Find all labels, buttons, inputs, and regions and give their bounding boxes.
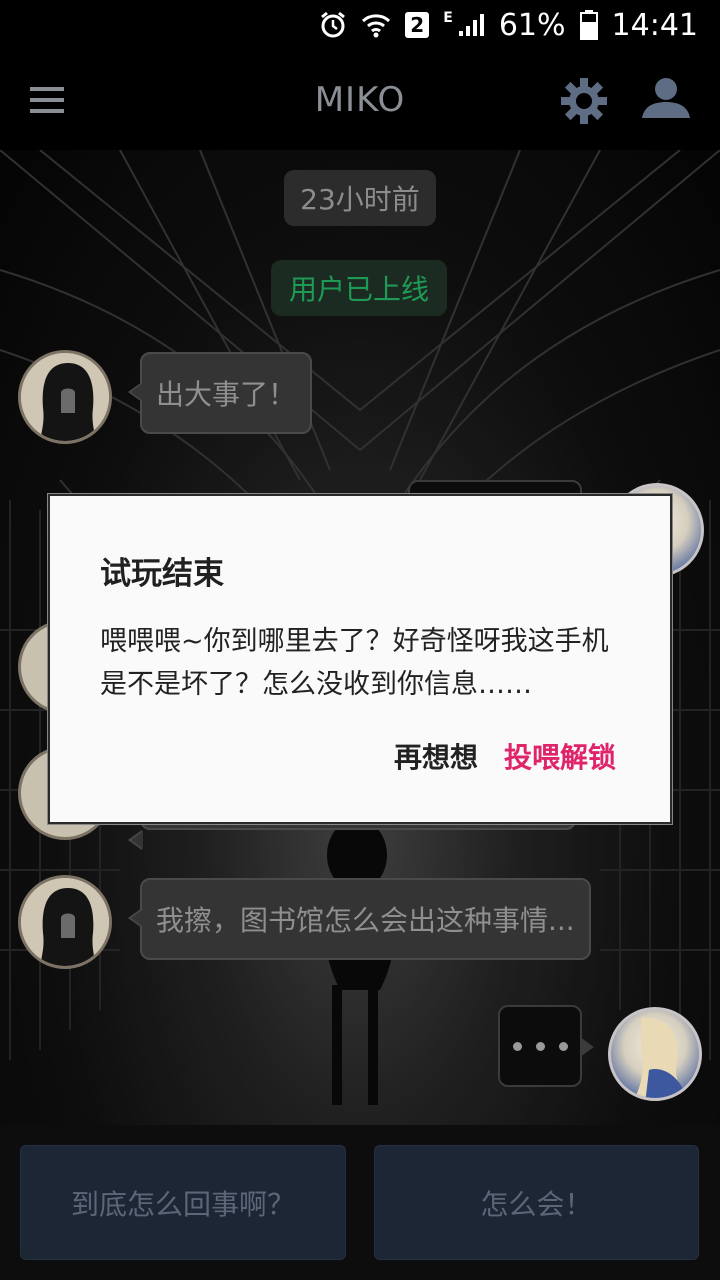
clock: 14:41 [611,7,698,43]
message-text: 出大事了！ [156,378,297,411]
reply-options-bar: 到底怎么回事啊？ 怎么会！ [0,1125,720,1280]
message-bubble: 出大事了！ [127,352,313,434]
online-status-badge: 用户已上线 [271,260,447,316]
reply-option-button[interactable]: 怎么会！ [374,1145,699,1260]
message-bubble: 我擦，图书馆怎么会出这种事情... [128,878,591,960]
think-again-button[interactable]: 再想想 [394,736,478,776]
message-text: 我擦，图书馆怎么会出这种事情... [156,904,575,937]
typing-indicator [498,1005,594,1087]
network-type-label: E [443,10,453,26]
battery-icon [579,10,598,40]
typing-dot [535,1041,545,1051]
app-title: MIKO [314,80,406,120]
alarm-icon [319,11,347,39]
avatar[interactable] [18,875,112,969]
dialog-message: 喂喂喂~你到哪里去了？好奇怪呀我这手机是不是坏了？怎么没收到你信息…… [100,626,609,700]
menu-icon[interactable] [30,86,64,118]
timestamp-badge: 23小时前 [284,170,436,226]
user-icon[interactable] [640,76,692,124]
battery-percent: 61% [498,7,566,43]
wifi-icon [361,12,391,38]
avatar[interactable] [18,350,112,444]
trial-end-dialog: 试玩结束 喂喂喂~你到哪里去了？好奇怪呀我这手机是不是坏了？怎么没收到你信息……… [48,494,672,824]
reply-option-button[interactable]: 到底怎么回事啊？ [20,1145,346,1260]
app-bar: MIKO [0,50,720,150]
signal-icon [457,12,485,38]
sim-icon: 2 [405,12,430,38]
dialog-title: 试玩结束 [100,556,224,592]
typing-dot [558,1041,568,1051]
avatar[interactable] [608,1007,702,1101]
gear-icon[interactable] [560,77,608,129]
typing-dot [512,1041,522,1051]
status-bar: 2 E 61% 14:41 [0,0,720,50]
unlock-button[interactable]: 投喂解锁 [504,736,616,776]
